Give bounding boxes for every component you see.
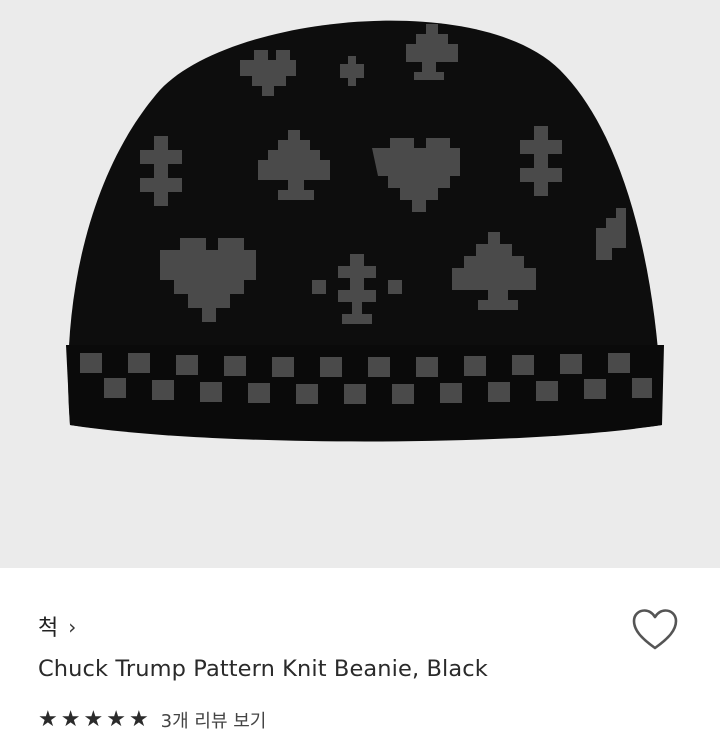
brand-link[interactable]: 척 › — [38, 610, 76, 642]
product-info-panel — [0, 568, 720, 720]
heart-outline-icon[interactable] — [631, 608, 679, 652]
star-icon: ★ — [38, 707, 58, 732]
brand-name: 척 — [38, 616, 59, 641]
product-title: Chuck Trump Pattern Knit Beanie, Black — [38, 656, 488, 682]
star-icon: ★ — [60, 707, 81, 732]
star-icon: ★ — [83, 707, 104, 732]
star-rating: ★ ★ ★ ★ ★ — [38, 709, 149, 731]
star-icon: ★ — [128, 707, 149, 732]
rating-row: ★ ★ ★ ★ ★ 3개 리뷰 보기 — [38, 707, 267, 733]
chevron-right-icon: › — [68, 614, 77, 639]
star-icon: ★ — [106, 707, 126, 732]
product-image[interactable] — [0, 0, 720, 568]
beanie-illustration — [66, 20, 664, 442]
review-count-link[interactable]: 3개 리뷰 보기 — [161, 707, 267, 733]
